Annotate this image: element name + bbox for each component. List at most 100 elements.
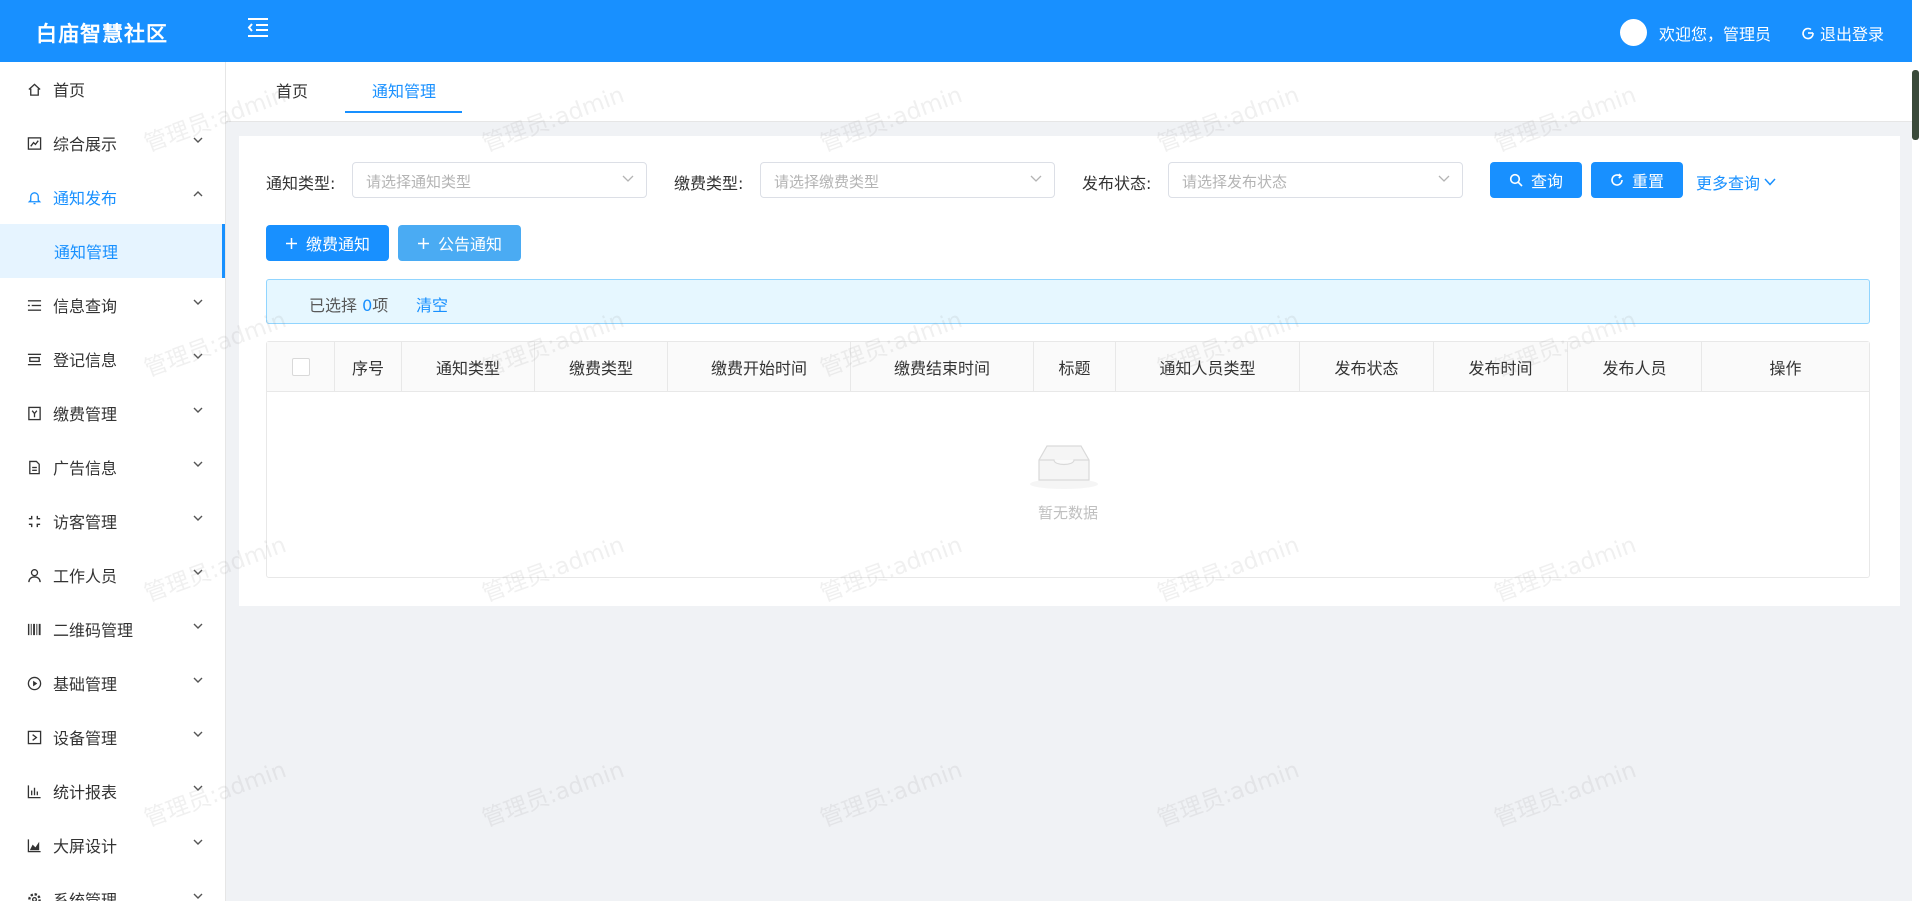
table-header-cell[interactable]: 缴费类型 — [535, 342, 668, 392]
sidebar-item-report[interactable]: 统计报表 — [0, 764, 225, 818]
watermark-text: 管理员:admin — [1491, 757, 1640, 833]
table-header-cell[interactable]: 缴费结束时间 — [851, 342, 1034, 392]
gear-icon — [26, 891, 43, 901]
menu-collapse-icon[interactable] — [245, 14, 271, 40]
chevron-down-icon — [193, 623, 203, 629]
selection-prefix: 已选择 — [309, 296, 358, 315]
chevron-down-icon — [1438, 175, 1450, 182]
fee-notice-button[interactable]: 缴费通知 — [266, 225, 389, 261]
more-query-label: 更多查询 — [1696, 174, 1761, 193]
watermark-text: 管理员:admin — [1154, 757, 1303, 833]
sidebar-item-label: 通知发布 — [53, 189, 118, 208]
watermark-text: 管理员:admin — [479, 757, 628, 833]
chevron-down-icon — [193, 299, 203, 305]
page-scrollbar[interactable] — [1912, 0, 1919, 901]
sidebar-item-basic[interactable]: 基础管理 — [0, 656, 225, 710]
reset-label: 重置 — [1631, 172, 1664, 191]
sidebar-item-qrcode[interactable]: 二维码管理 — [0, 602, 225, 656]
sidebar-item-payment[interactable]: 缴费管理 — [0, 386, 225, 440]
status-placeholder: 请选择发布状态 — [1182, 173, 1288, 191]
sidebar-item-label: 首页 — [53, 81, 86, 100]
sidebar: 首页 综合展示 通知发布 通知管理 信息查询 登记信息 缴费管理 广告信息 访客… — [0, 62, 226, 901]
chevron-down-icon — [193, 569, 203, 575]
barcode-icon — [26, 621, 43, 638]
more-query-link[interactable]: 更多查询 — [1696, 170, 1776, 194]
sidebar-item-home[interactable]: 首页 — [0, 62, 225, 116]
chevron-down-icon — [193, 137, 203, 143]
chevron-down-icon — [193, 515, 203, 521]
sidebar-item-system[interactable]: 系统管理 — [0, 872, 225, 901]
query-button[interactable]: 查询 — [1490, 162, 1582, 198]
sidebar-item-label: 登记信息 — [53, 351, 118, 370]
table-header-cell[interactable]: 发布人员 — [1568, 342, 1702, 392]
sidebar-item-visitor[interactable]: 访客管理 — [0, 494, 225, 548]
welcome-text: 欢迎您，管理员 — [1658, 24, 1771, 44]
table-header-cell[interactable]: 发布时间 — [1434, 342, 1568, 392]
sidebar-item-overview[interactable]: 综合展示 — [0, 116, 225, 170]
plus-icon — [417, 237, 429, 249]
table-header-cell[interactable]: 通知人员类型 — [1116, 342, 1300, 392]
register-icon — [26, 351, 43, 368]
sidebar-item-label: 缴费管理 — [53, 405, 118, 424]
sidebar-item-label: 通知管理 — [54, 243, 119, 262]
selection-suffix: 项 — [372, 296, 389, 315]
search-icon — [1509, 173, 1523, 187]
status-select[interactable]: 请选择发布状态 — [1168, 162, 1463, 198]
table-header-cell[interactable]: 通知类型 — [402, 342, 535, 392]
announcement-button[interactable]: 公告通知 — [398, 225, 521, 261]
play-circle-icon — [26, 675, 43, 692]
chevron-down-icon — [193, 677, 203, 683]
sidebar-item-label: 二维码管理 — [53, 621, 134, 640]
table-header-cell[interactable]: 缴费开始时间 — [668, 342, 851, 392]
bell-icon — [26, 189, 43, 206]
sidebar-item-notice-manage[interactable]: 通知管理 — [0, 224, 225, 278]
reset-button[interactable]: 重置 — [1591, 162, 1683, 198]
empty-state: 暂无数据 — [267, 392, 1869, 577]
chart-icon — [26, 135, 43, 152]
plus-icon — [285, 237, 297, 249]
chevron-down-icon — [193, 839, 203, 845]
sidebar-item-register-info[interactable]: 登记信息 — [0, 332, 225, 386]
chevron-down-icon — [193, 407, 203, 413]
chevron-down-icon — [193, 353, 203, 359]
query-label: 查询 — [1530, 172, 1563, 191]
sidebar-item-staff[interactable]: 工作人员 — [0, 548, 225, 602]
watermark-text: 管理员:admin — [817, 757, 966, 833]
app-logo: 白庙智慧社区 — [36, 22, 168, 46]
tab-home[interactable]: 首页 — [276, 78, 308, 102]
clear-selection-link[interactable]: 清空 — [416, 292, 448, 316]
fee-notice-label: 缴费通知 — [305, 235, 370, 254]
scrollbar-thumb[interactable] — [1912, 70, 1919, 140]
area-chart-icon — [26, 837, 43, 854]
page-tabs: 首页 通知管理 — [226, 62, 1912, 122]
sidebar-item-label: 信息查询 — [53, 297, 118, 316]
sidebar-item-device[interactable]: 设备管理 — [0, 710, 225, 764]
chevron-down-icon — [1030, 175, 1042, 182]
home-icon — [26, 81, 43, 98]
select-all-cell — [267, 342, 335, 392]
logout-button[interactable]: 退出登录 — [1801, 21, 1884, 45]
fee-type-select[interactable]: 请选择缴费类型 — [760, 162, 1055, 198]
select-all-checkbox[interactable] — [291, 358, 310, 376]
announcement-label: 公告通知 — [437, 235, 502, 254]
table-header-cell[interactable]: 标题 — [1034, 342, 1116, 392]
tab-notice-manage[interactable]: 通知管理 — [372, 78, 436, 102]
sidebar-item-ads[interactable]: 广告信息 — [0, 440, 225, 494]
table-header-cell[interactable]: 发布状态 — [1300, 342, 1434, 392]
selection-count: 0 — [362, 296, 373, 315]
sidebar-item-bigscreen[interactable]: 大屏设计 — [0, 818, 225, 872]
refresh-icon — [1611, 173, 1623, 186]
chevron-down-icon — [193, 785, 203, 791]
sidebar-item-notice-publish[interactable]: 通知发布 — [0, 170, 225, 224]
sidebar-item-label: 广告信息 — [53, 459, 118, 478]
document-icon — [26, 459, 43, 476]
sidebar-item-info-query[interactable]: 信息查询 — [0, 278, 225, 332]
sidebar-item-label: 综合展示 — [53, 135, 118, 154]
selection-alert: 已选择 0项 清空 — [266, 279, 1870, 324]
table-header-cell[interactable]: 序号 — [335, 342, 402, 392]
fee-type-label: 缴费类型: — [674, 174, 744, 193]
avatar[interactable] — [1619, 19, 1647, 46]
notice-type-select[interactable]: 请选择通知类型 — [352, 162, 647, 198]
table-header-cell[interactable]: 操作 — [1702, 342, 1869, 392]
visitor-icon — [26, 513, 43, 530]
